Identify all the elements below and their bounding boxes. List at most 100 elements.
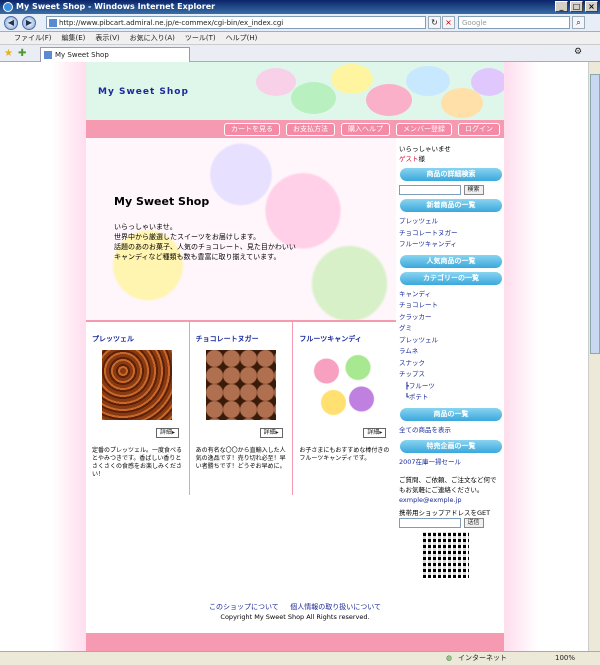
category-link[interactable]: クラッカー — [399, 312, 504, 324]
search-icon[interactable]: ⌕ — [572, 16, 585, 29]
product-card: チョコレートヌガー 詳細▸ あの有名な〇〇から直輸入した人気の逸品です！売り切れ… — [190, 322, 294, 495]
main-nav: カートを見る お支払方法 購入ヘルプ メンバー登録 ログイン — [86, 120, 504, 138]
detail-button[interactable]: 詳細▸ — [363, 428, 387, 438]
new-items-heading[interactable]: 新着商品の一覧 — [400, 199, 502, 212]
products-heading[interactable]: 商品の一覧 — [400, 407, 502, 421]
vertical-scrollbar[interactable] — [588, 62, 600, 651]
candy-image — [471, 68, 504, 96]
site-header: My Sweet Shop — [86, 62, 504, 120]
category-link[interactable]: チョコレート — [399, 300, 504, 312]
maximize-button[interactable]: □ — [570, 1, 583, 12]
welcome-text: いらっしゃいませ — [399, 145, 451, 153]
nougat-image[interactable] — [205, 350, 276, 420]
right-margin — [504, 62, 588, 651]
nav-payment[interactable]: お支払方法 — [286, 123, 335, 136]
nav-login[interactable]: ログイン — [458, 123, 500, 136]
candy-image — [366, 84, 412, 116]
nav-view-cart[interactable]: カートを見る — [224, 123, 280, 136]
menu-tools[interactable]: ツール(T) — [185, 32, 216, 44]
subcategory-link[interactable]: ┗ポテト — [399, 392, 504, 404]
send-button[interactable]: 送信 — [463, 518, 484, 528]
guest-label: ゲスト — [399, 155, 419, 163]
detail-button[interactable]: 詳細▸ — [156, 428, 180, 438]
detail-button[interactable]: 詳細▸ — [259, 428, 283, 438]
category-heading[interactable]: カテゴリーの一覧 — [400, 271, 502, 285]
new-item-link[interactable]: プレッツェル — [399, 216, 504, 228]
sidebar: いらっしゃいませ ゲスト様 商品の詳細検索 検索 新着商品の一覧 プレッツェル … — [396, 138, 504, 628]
page-icon — [44, 51, 52, 59]
featured-products: プレッツェル 詳細▸ 定番のプレッツェル。一度食べるとやみつきです。香ばしい香り… — [86, 320, 396, 495]
hero-title: My Sweet Shop — [114, 195, 210, 208]
url-input[interactable]: http://www.pibcart.admiral.ne.jp/e-comme… — [46, 16, 426, 29]
special-sale-link[interactable]: 2007在庫一掃セール — [399, 457, 504, 469]
new-item-link[interactable]: チョコレートヌガー — [399, 228, 504, 240]
category-link[interactable]: プレッツェル — [399, 335, 504, 347]
candy-image — [331, 64, 373, 94]
candy-image[interactable] — [309, 350, 380, 420]
privacy-link[interactable]: 個人情報の取り扱いについて — [290, 603, 381, 611]
menu-file[interactable]: ファイル(F) — [14, 32, 52, 44]
popular-heading[interactable]: 人気商品の一覧 — [400, 254, 502, 268]
menu-view[interactable]: 表示(V) — [95, 32, 119, 44]
forward-button[interactable]: ▶ — [22, 16, 36, 30]
page-tools-icon[interactable]: ⚙ — [574, 47, 582, 57]
search-input[interactable]: Google — [458, 16, 570, 29]
close-button[interactable]: × — [585, 1, 598, 12]
candy-image — [406, 66, 450, 96]
ie-logo-icon — [3, 2, 13, 12]
hero-text: いらっしゃいませ。 世界中から厳選したスイーツをお届けします。 話題のあのお菓子… — [114, 223, 296, 261]
category-link[interactable]: グミ — [399, 323, 504, 335]
refresh-button[interactable]: ↻ — [428, 16, 441, 29]
scrollbar-thumb[interactable] — [590, 74, 600, 354]
favorites-star-icon[interactable]: ★ — [4, 48, 13, 59]
about-link[interactable]: このショップについて — [209, 603, 279, 611]
hero-banner: My Sweet Shop いらっしゃいませ。 世界中から厳選したスイーツをお届… — [86, 138, 396, 320]
all-products-link[interactable]: 全ての商品を表示 — [399, 425, 504, 437]
category-link[interactable]: チップス — [399, 369, 504, 381]
email-link[interactable]: exmple@exmple.jp — [399, 495, 504, 507]
nav-help[interactable]: 購入ヘルプ — [341, 123, 390, 136]
menu-edit[interactable]: 編集(E) — [62, 32, 86, 44]
candy-image — [291, 82, 336, 114]
search-heading[interactable]: 商品の詳細検索 — [400, 168, 502, 181]
product-name[interactable]: プレッツェル — [92, 334, 134, 344]
category-link[interactable]: ラムネ — [399, 346, 504, 358]
product-card: フルーツキャンディ 詳細▸ お子さまにもおすすめな棒付きのフルーツキャンディです… — [293, 322, 396, 495]
search-form: 検索 — [399, 185, 504, 195]
mobile-email-field[interactable] — [399, 518, 461, 528]
mobile-text: 携帯用ショップアドレスをGET — [399, 509, 491, 517]
search-field[interactable] — [399, 185, 461, 195]
minimize-button[interactable]: _ — [555, 1, 568, 12]
product-description: お子さまにもおすすめな棒付きのフルーツキャンディです。 — [299, 447, 390, 462]
pretzel-image[interactable] — [102, 350, 172, 420]
copyright-text: Copyright My Sweet Shop All Rights reser… — [220, 613, 370, 621]
window-titlebar: My Sweet Shop - Windows Internet Explore… — [0, 0, 600, 14]
product-name[interactable]: フルーツキャンディ — [299, 334, 361, 344]
status-bar: ◍ インターネット 100% — [0, 651, 600, 665]
nav-register[interactable]: メンバー登録 — [396, 123, 452, 136]
category-link[interactable]: スナック — [399, 358, 504, 370]
back-button[interactable]: ◀ — [4, 16, 18, 30]
menu-favorites[interactable]: お気に入り(A) — [130, 32, 175, 44]
new-item-link[interactable]: フルーツキャンディ — [399, 239, 504, 251]
subcategory-link[interactable]: ┣フルーツ — [399, 381, 504, 393]
left-margin — [0, 62, 86, 651]
menu-help[interactable]: ヘルプ(H) — [226, 32, 258, 44]
page-viewport: My Sweet Shop カートを見る お支払方法 購入ヘルプ メンバー登録 … — [0, 62, 588, 651]
shop-page: My Sweet Shop カートを見る お支払方法 購入ヘルプ メンバー登録 … — [86, 62, 504, 651]
add-favorite-icon[interactable]: ✚ — [18, 48, 26, 59]
qr-code-icon — [423, 532, 469, 578]
product-name[interactable]: チョコレートヌガー — [196, 334, 259, 344]
menu-bar: ファイル(F) 編集(E) 表示(V) お気に入り(A) ツール(T) ヘルプ(… — [0, 32, 600, 45]
tab-bar: ★ ✚ My Sweet Shop ⚙ — [0, 45, 600, 62]
category-link[interactable]: キャンディ — [399, 289, 504, 301]
footer-links: このショップについて 個人情報の取り扱いについて — [86, 602, 504, 612]
tab-my-sweet-shop[interactable]: My Sweet Shop — [40, 47, 190, 62]
site-logo[interactable]: My Sweet Shop — [98, 87, 189, 97]
window-title: My Sweet Shop - Windows Internet Explore… — [16, 2, 216, 11]
zoom-level[interactable]: 100% — [555, 652, 575, 665]
search-button[interactable]: 検索 — [463, 185, 484, 195]
special-heading[interactable]: 特売企画の一覧 — [400, 440, 502, 453]
page-icon — [49, 19, 57, 27]
stop-button[interactable]: × — [442, 16, 455, 29]
